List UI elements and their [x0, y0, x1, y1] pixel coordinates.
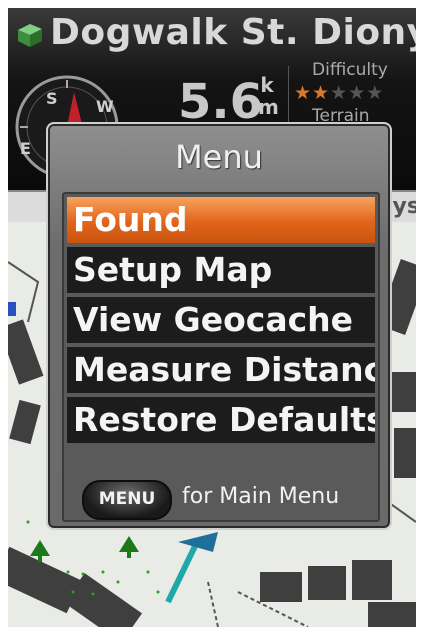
menu-title: Menu — [175, 138, 263, 176]
menu-hint: MENU for Main Menu — [48, 478, 390, 520]
difficulty-star-filled-icon: ★ — [294, 82, 313, 104]
geocache-name: Dogwalk St. Dionyse — [50, 12, 416, 53]
difficulty-star-empty-icon: ★ — [348, 82, 367, 104]
menu-key-button[interactable]: MENU — [82, 480, 172, 520]
compass-letter-s: S — [46, 89, 58, 108]
menu-item-measure-distance[interactable]: Measure Distance — [67, 347, 375, 393]
menu-item-found[interactable]: Found — [67, 197, 375, 243]
distance-unit-bottom: m — [258, 95, 279, 119]
menu-list: Found Setup Map View Geocache Measure Di… — [62, 192, 380, 522]
menu-dialog: Menu Found Setup Map View Geocache Measu… — [46, 122, 392, 530]
difficulty-star-filled-icon: ★ — [312, 82, 331, 104]
menu-item-setup-map[interactable]: Setup Map — [67, 247, 375, 293]
geocache-box-icon — [18, 24, 42, 47]
menu-hint-text: for Main Menu — [182, 484, 340, 509]
difficulty-star-empty-icon: ★ — [366, 82, 385, 104]
distance-unit-top: k — [260, 73, 274, 97]
menu-item-restore-defaults[interactable]: Restore Defaults — [67, 397, 375, 443]
difficulty-stars: ★★★★★ — [294, 82, 384, 104]
device-screen: Dogwalk St. Dionyse S W E 5.6 k m Diffic… — [8, 8, 416, 627]
distance-unit: k m — [258, 73, 279, 119]
compass-letter-e: E — [20, 139, 31, 158]
compass-letter-w: W — [96, 97, 114, 116]
difficulty-star-empty-icon: ★ — [330, 82, 349, 104]
menu-item-view-geocache[interactable]: View Geocache — [67, 297, 375, 343]
difficulty-label: Difficulty — [312, 60, 388, 80]
